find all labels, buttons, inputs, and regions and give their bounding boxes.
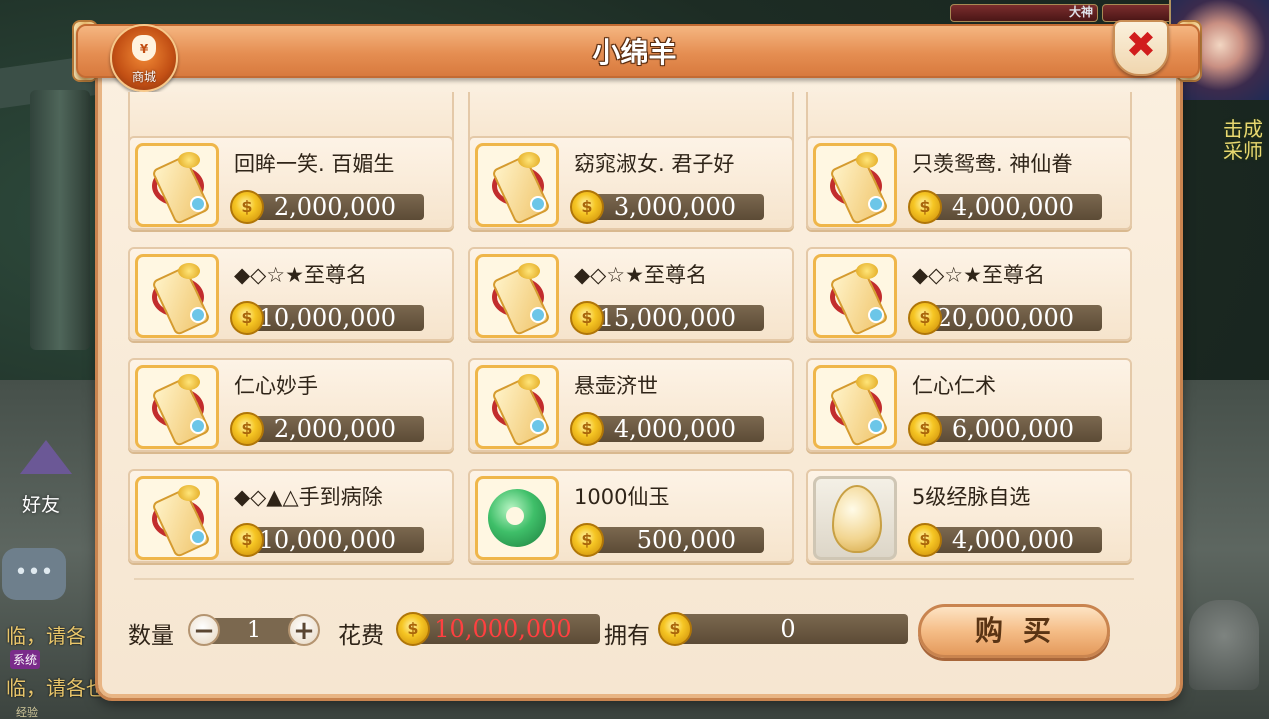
- gold-coin-icon: $: [230, 523, 264, 557]
- chat-message: 临，请各: [6, 624, 86, 648]
- buy-button[interactable]: 购买: [918, 604, 1110, 658]
- item-name: 仁心仁术: [912, 374, 996, 396]
- own-value: 0: [668, 614, 908, 644]
- scroll-icon: [135, 143, 219, 227]
- quest-line: 采师: [1223, 139, 1263, 163]
- scroll-icon: [135, 476, 219, 560]
- gold-coin-icon: $: [570, 190, 604, 224]
- exp-label: 经验: [16, 706, 38, 719]
- gold-coin-icon: $: [908, 523, 942, 557]
- gold-coin-icon: $: [658, 612, 692, 646]
- building-pillar: [30, 90, 90, 350]
- item-grid[interactable]: 回眸一笑. 百媚生2,000,000$窈窕淑女. 君子好逑3,000,000$只…: [128, 92, 1140, 576]
- item-name: 回眸一笑. 百媚生: [234, 152, 394, 174]
- shop-icon: ¥ 商城: [110, 24, 178, 92]
- scroll-icon: [135, 365, 219, 449]
- money-bag-icon: ¥: [132, 35, 156, 61]
- hp-bar-label: 大神: [1068, 5, 1093, 19]
- cost-label: 花费: [338, 623, 384, 649]
- chat-button[interactable]: •••: [2, 548, 66, 600]
- quantity-label: 数量: [128, 623, 174, 649]
- friends-label: 好友: [22, 494, 61, 516]
- item-card[interactable]: 窈窕淑女. 君子好逑3,000,000$: [468, 136, 794, 230]
- item-card[interactable]: ◆◇☆★至尊名 10,000,000 $: [128, 247, 454, 341]
- item-card[interactable]: 回眸一笑. 百媚生 2,000,000 $: [128, 136, 454, 230]
- item-name: 1000仙玉: [574, 485, 670, 507]
- item-card[interactable]: ◆◇▲△手到病除 10,000,000 $: [128, 469, 454, 563]
- item-name: ◆◇☆★至尊名: [574, 263, 707, 285]
- item-card[interactable]: 5级经脉自选 4,000,000 $: [806, 469, 1132, 563]
- item-name: 5级经脉自选: [912, 485, 1031, 507]
- item-card[interactable]: ◆◇☆★至尊名 20,000,000 $: [806, 247, 1132, 341]
- stone-statue: [1189, 600, 1259, 690]
- scroll-icon: [475, 365, 559, 449]
- item-name: ◆◇▲△手到病除: [234, 485, 383, 507]
- egg-icon: [813, 476, 897, 560]
- scroll-icon: [475, 143, 559, 227]
- item-name: 只羡鸳鸯. 神仙眷侣: [912, 152, 1072, 174]
- target-hp-bar: 大神: [950, 4, 1098, 22]
- item-card[interactable]: 仁心妙手 2,000,000 $: [128, 358, 454, 452]
- gold-coin-icon: $: [570, 412, 604, 446]
- footer-divider: [134, 578, 1134, 580]
- gold-coin-icon: $: [908, 190, 942, 224]
- item-name: 悬壶济世: [574, 374, 658, 396]
- item-card[interactable]: 1000仙玉 500,000 $: [468, 469, 794, 563]
- gold-coin-icon: $: [396, 612, 430, 646]
- close-button[interactable]: ✖: [1113, 20, 1169, 76]
- jade-icon: [475, 476, 559, 560]
- gold-coin-icon: $: [230, 190, 264, 224]
- scroll-icon: [813, 143, 897, 227]
- gold-coin-icon: $: [230, 301, 264, 335]
- item-name: ◆◇☆★至尊名: [912, 263, 1045, 285]
- gold-coin-icon: $: [570, 301, 604, 335]
- quest-tracker[interactable]: 击成 采师: [1223, 118, 1263, 162]
- item-card[interactable]: 悬壶济世 4,000,000 $: [468, 358, 794, 452]
- item-name: 仁心妙手: [234, 374, 318, 396]
- minus-button[interactable]: −: [188, 614, 220, 646]
- scroll-icon: [813, 254, 897, 338]
- gold-coin-icon: $: [230, 412, 264, 446]
- quantity-stepper[interactable]: 1 − +: [188, 614, 320, 648]
- system-badge: 系统: [10, 650, 41, 669]
- friends-button[interactable]: 好友: [8, 440, 78, 530]
- friend-avatar-icon: [20, 440, 72, 474]
- scroll-icon: [475, 254, 559, 338]
- item-name: ◆◇☆★至尊名: [234, 263, 367, 285]
- item-card[interactable]: ◆◇☆★至尊名 15,000,000 $: [468, 247, 794, 341]
- scroll-icon: [813, 365, 897, 449]
- item-name: 窈窕淑女. 君子好逑: [574, 152, 734, 174]
- chat-message: 临，请各也: [6, 676, 106, 700]
- gold-coin-icon: $: [908, 301, 942, 335]
- quest-line: 击成: [1223, 117, 1263, 141]
- shop-label: 商城: [131, 70, 156, 84]
- item-card[interactable]: 仁心仁术 6,000,000 $: [806, 358, 1132, 452]
- gold-coin-icon: $: [908, 412, 942, 446]
- cost-value: 10,000,000: [406, 614, 600, 644]
- scroll-icon: [135, 254, 219, 338]
- own-label: 拥有: [604, 623, 650, 649]
- plus-button[interactable]: +: [288, 614, 320, 646]
- gold-coin-icon: $: [570, 523, 604, 557]
- panel-title: 小绵羊: [592, 36, 677, 69]
- item-card[interactable]: 只羡鸳鸯. 神仙眷侣4,000,000$: [806, 136, 1132, 230]
